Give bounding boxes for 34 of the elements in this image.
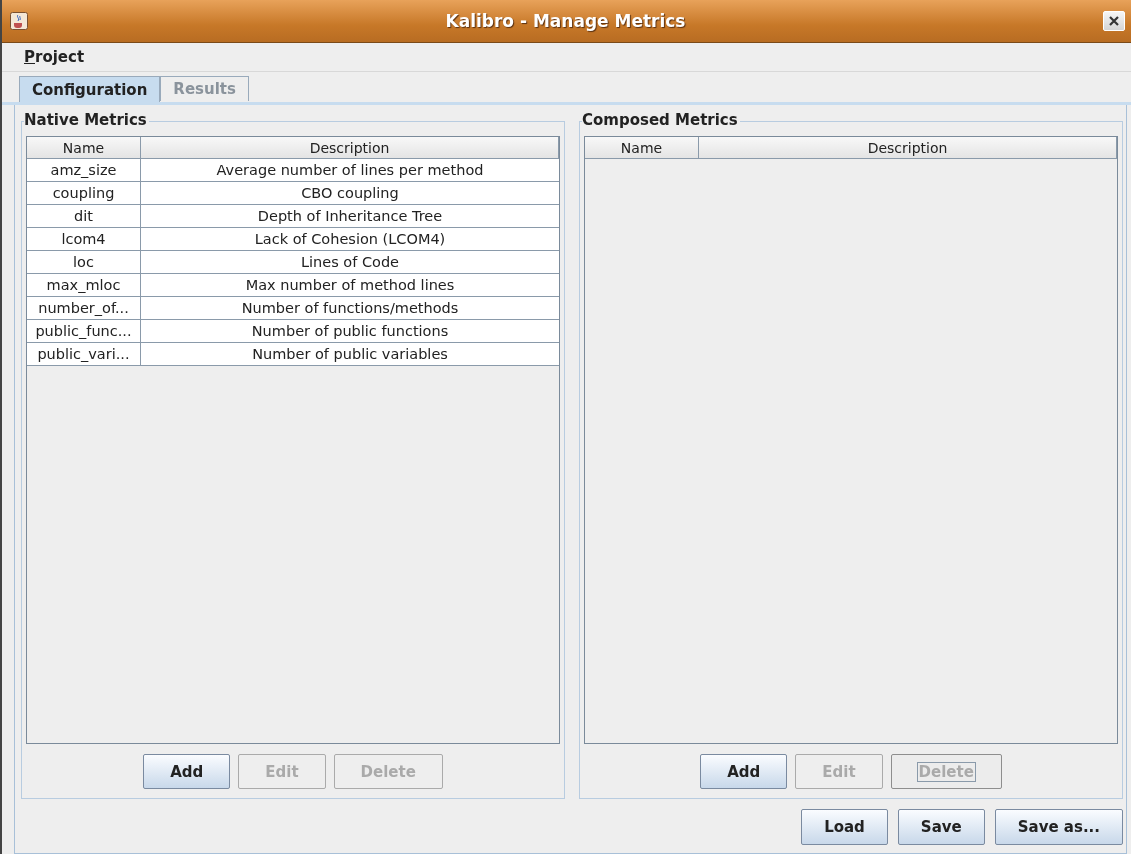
table-cell: loc [27, 251, 141, 273]
table-cell: max_mloc [27, 274, 141, 296]
close-icon [1109, 16, 1119, 26]
tab[interactable]: Configuration [19, 76, 161, 102]
table-cell: public_vari... [27, 343, 141, 365]
table-cell-text: Depth of Inheritance Tree [256, 207, 444, 226]
column-header[interactable]: Description [699, 137, 1117, 158]
java-cup-icon [10, 12, 28, 30]
action-button[interactable]: Add [700, 754, 788, 789]
table-cell-text: Lines of Code [299, 253, 401, 272]
column-header[interactable]: Name [27, 137, 141, 158]
table-cell: coupling [27, 182, 141, 204]
table-cell-text: CBO coupling [300, 184, 400, 203]
table-cell-text: Number of public variables [251, 345, 449, 364]
column-header[interactable]: Description [141, 137, 559, 158]
close-button[interactable] [1103, 11, 1125, 31]
action-button[interactable]: Add [143, 754, 231, 789]
table-cell: lcom4 [27, 228, 141, 250]
action-button[interactable]: Save [897, 809, 985, 845]
table-cell-text: Number of functions/methods [240, 299, 460, 318]
table-cell-text: Average number of lines per method [215, 161, 485, 180]
action-button[interactable]: Save as... [994, 809, 1123, 845]
table-cell-text: Number of public functions [250, 322, 450, 341]
window-title: Kalibro - Manage Metrics [444, 11, 687, 31]
column-header[interactable]: Name [585, 137, 699, 158]
table-cell-text: Max number of method lines [244, 276, 456, 295]
action-button[interactable]: Load [801, 809, 888, 845]
table-cell-text: Lack of Cohesion (LCOM4) [253, 230, 447, 249]
table-cell: amz_size [27, 159, 141, 181]
table-cell: public_func... [27, 320, 141, 342]
menu-item[interactable]: Project [24, 48, 85, 66]
table-cell: dit [27, 205, 141, 227]
table-cell: number_of... [27, 297, 141, 319]
group-title: Composed Metrics [582, 111, 740, 129]
